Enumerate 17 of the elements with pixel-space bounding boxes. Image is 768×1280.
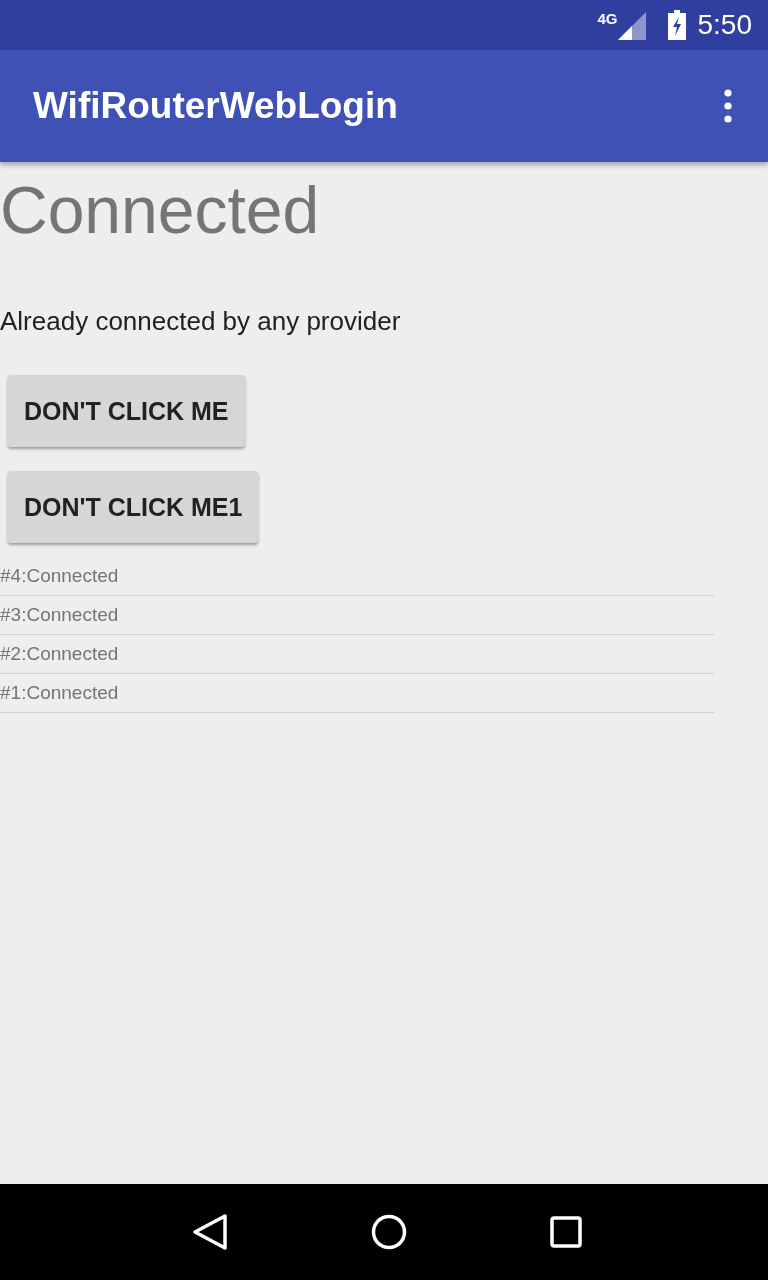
action-button[interactable]: DON'T CLICK ME1 <box>8 471 259 543</box>
action-button[interactable]: DON'T CLICK ME <box>8 375 245 447</box>
log-entry[interactable]: #3:Connected <box>0 596 714 635</box>
back-icon[interactable] <box>191 1213 228 1251</box>
battery-charging-icon <box>667 10 686 40</box>
clock: 5:50 <box>697 9 752 41</box>
network-type: 4G <box>597 10 618 27</box>
more-options-icon[interactable] <box>724 89 732 123</box>
recents-icon[interactable] <box>550 1216 583 1248</box>
home-icon[interactable] <box>371 1214 407 1250</box>
signal-icon <box>617 12 646 40</box>
status-message: Already connected by any provider <box>0 306 401 337</box>
heading: Connected <box>0 172 320 248</box>
app-title: WifiRouterWebLogin <box>33 85 398 127</box>
log-entry[interactable]: #4:Connected <box>0 557 714 596</box>
log-entry[interactable]: #2:Connected <box>0 635 714 674</box>
log-entry[interactable]: #1:Connected <box>0 674 714 713</box>
